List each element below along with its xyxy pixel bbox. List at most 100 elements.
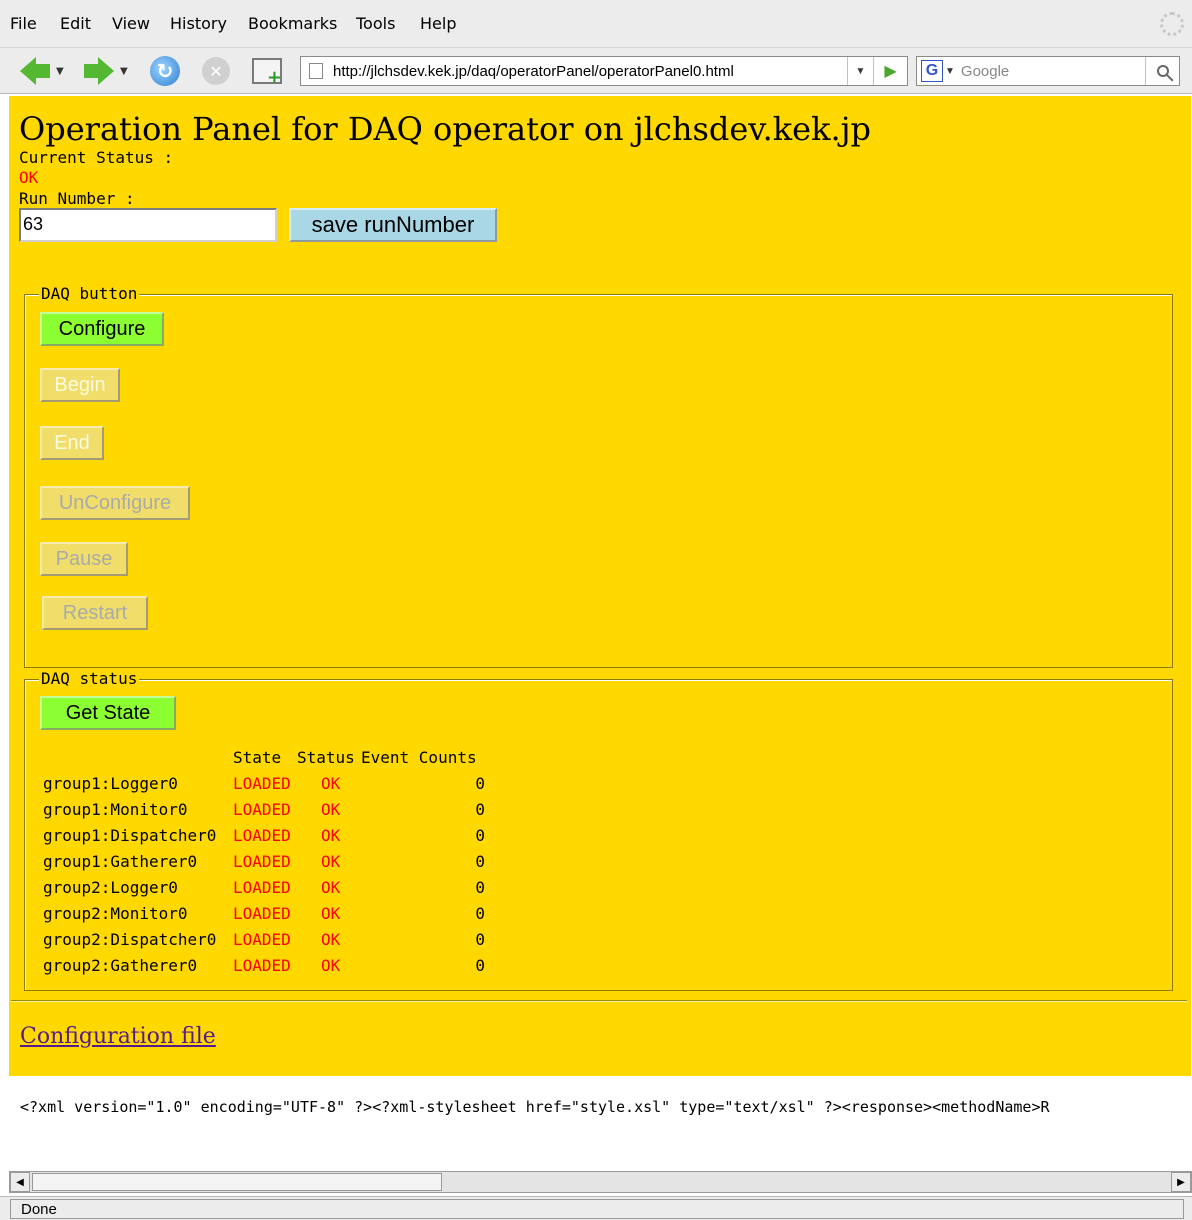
forward-button[interactable]: ▼ [84,56,128,86]
magnifier-icon [1156,65,1169,77]
menu-view[interactable]: View [112,14,150,33]
configuration-file-link[interactable]: Configuration file [20,1024,216,1049]
page-title: Operation Panel for DAQ operator on jlch… [19,110,872,148]
component-name: group1:Gatherer0 [43,851,198,871]
menu-file[interactable]: File [10,14,37,33]
component-status: OK [321,799,341,819]
horizontal-scrollbar[interactable]: ◀ ▶ [9,1171,1192,1193]
component-state: LOADED [233,825,291,845]
google-icon[interactable]: G [921,60,943,82]
table-row: group1:Logger0 LOADED OK 0 [43,770,491,796]
component-count: 0 [475,799,485,819]
daq-status-legend: DAQ status [39,669,140,688]
forward-arrow-icon [98,57,114,85]
component-name: group1:Dispatcher0 [43,825,217,845]
scroll-right-icon[interactable]: ▶ [1171,1172,1191,1192]
component-status: OK [321,825,341,845]
component-count: 0 [475,851,485,871]
component-status: OK [321,955,341,975]
stop-icon: ✕ [202,57,230,85]
url-dropdown-icon[interactable]: ▼ [847,57,873,85]
save-runnumber-button[interactable]: save runNumber [289,208,497,242]
table-row: group2:Monitor0 LOADED OK 0 [43,900,491,926]
component-state: LOADED [233,773,291,793]
begin-button[interactable]: Begin [40,368,120,402]
page-content: Operation Panel for DAQ operator on jlch… [9,96,1191,1076]
table-row: group2:Logger0 LOADED OK 0 [43,874,491,900]
table-row: group1:Gatherer0 LOADED OK 0 [43,848,491,874]
search-button[interactable] [1145,57,1179,85]
table-row: group1:Dispatcher0 LOADED OK 0 [43,822,491,848]
menu-bookmarks[interactable]: Bookmarks [248,14,337,33]
component-state: LOADED [233,903,291,923]
new-tab-button[interactable] [252,56,282,88]
stop-button[interactable]: ✕ [202,56,230,86]
menu-help[interactable]: Help [420,14,456,33]
component-name: group1:Monitor0 [43,799,188,819]
status-table-header: State Status Event Counts [43,744,491,770]
scroll-left-icon[interactable]: ◀ [10,1172,30,1192]
component-name: group2:Monitor0 [43,903,188,923]
chevron-down-icon[interactable]: ▼ [56,66,64,77]
restart-button[interactable]: Restart [42,596,148,630]
component-count: 0 [475,825,485,845]
component-count: 0 [475,955,485,975]
header-event-counts: Event Counts [361,747,477,767]
table-row: group1:Monitor0 LOADED OK 0 [43,796,491,822]
pause-button[interactable]: Pause [40,542,128,576]
daq-button-fieldset: DAQ button Configure Begin End UnConfigu… [24,285,1173,668]
component-state: LOADED [233,929,291,949]
run-number-input[interactable]: 63 [19,208,277,242]
component-state: LOADED [233,799,291,819]
table-row: group2:Dispatcher0 LOADED OK 0 [43,926,491,952]
back-button[interactable]: ▼ [20,56,64,86]
search-engine-dropdown-icon[interactable]: ▼ [945,66,955,77]
menu-tools[interactable]: Tools [356,14,395,33]
scrollbar-thumb[interactable] [32,1173,442,1191]
header-status: Status [297,747,355,767]
component-name: group1:Logger0 [43,773,178,793]
divider [11,1000,1187,1002]
component-count: 0 [475,877,485,897]
status-text: Done [10,1199,1184,1219]
back-arrow-icon [20,57,36,85]
component-name: group2:Dispatcher0 [43,929,217,949]
new-tab-icon [252,58,282,88]
menu-edit[interactable]: Edit [60,14,91,33]
current-status-value: OK [19,168,39,187]
component-status: OK [321,851,341,871]
component-count: 0 [475,903,485,923]
throbber-icon [1160,12,1184,36]
reload-icon: ↻ [150,56,180,86]
chevron-down-icon[interactable]: ▼ [120,66,128,77]
component-count: 0 [475,773,485,793]
url-text[interactable]: http://jlchsdev.kek.jp/daq/operatorPanel… [333,63,847,80]
end-button[interactable]: End [40,426,104,460]
page-icon [309,63,323,79]
daq-status-fieldset: DAQ status Get State State Status Event … [24,670,1173,991]
component-status: OK [321,877,341,897]
component-name: group2:Logger0 [43,877,178,897]
header-state: State [233,747,282,767]
component-state: LOADED [233,955,291,975]
header-name [43,744,233,770]
search-input[interactable]: Google [961,63,1145,80]
component-status: OK [321,929,341,949]
url-bar[interactable]: http://jlchsdev.kek.jp/daq/operatorPanel… [300,56,908,86]
configure-button[interactable]: Configure [40,312,164,346]
get-state-button[interactable]: Get State [40,696,176,730]
go-icon[interactable]: ▶ [873,57,907,85]
navigation-toolbar: ▼ ▼ ↻ ✕ http://jlchsdev.kek.jp/daq/opera… [0,48,1192,94]
reload-button[interactable]: ↻ [150,56,180,86]
search-box[interactable]: G ▼ Google [916,56,1180,86]
menu-bar: File Edit View History Bookmarks Tools H… [0,0,1192,48]
component-state: LOADED [233,877,291,897]
status-table: State Status Event Counts group1:Logger0… [43,744,491,978]
component-state: LOADED [233,851,291,871]
xml-response-text: <?xml version="1.0" encoding="UTF-8" ?><… [20,1098,1050,1116]
unconfigure-button[interactable]: UnConfigure [40,486,190,520]
table-row: group2:Gatherer0 LOADED OK 0 [43,952,491,978]
current-status-label: Current Status : [19,148,174,167]
component-status: OK [321,773,341,793]
menu-history[interactable]: History [170,14,227,33]
